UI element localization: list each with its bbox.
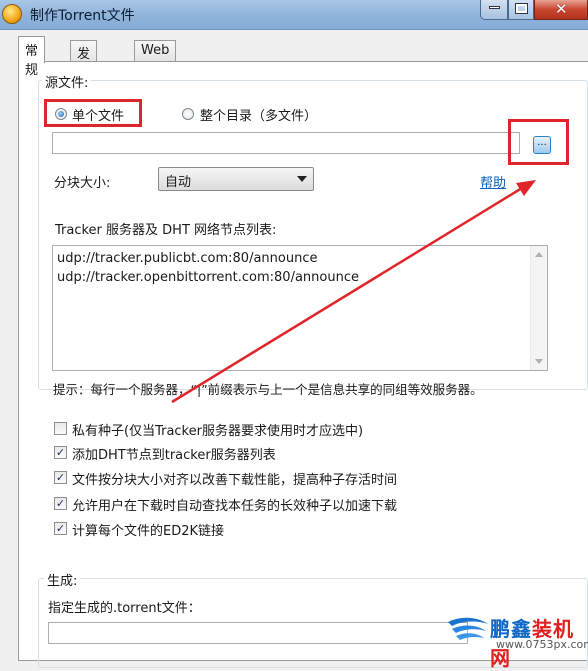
annotation-arrow <box>171 180 536 404</box>
annotation-arrow-line <box>171 186 523 404</box>
tab-general[interactable]: 常规 <box>18 36 46 78</box>
annotation-arrowhead <box>516 180 536 196</box>
watermark-url: www.0753px.com <box>496 638 588 651</box>
watermark-logo-icon <box>448 617 488 640</box>
